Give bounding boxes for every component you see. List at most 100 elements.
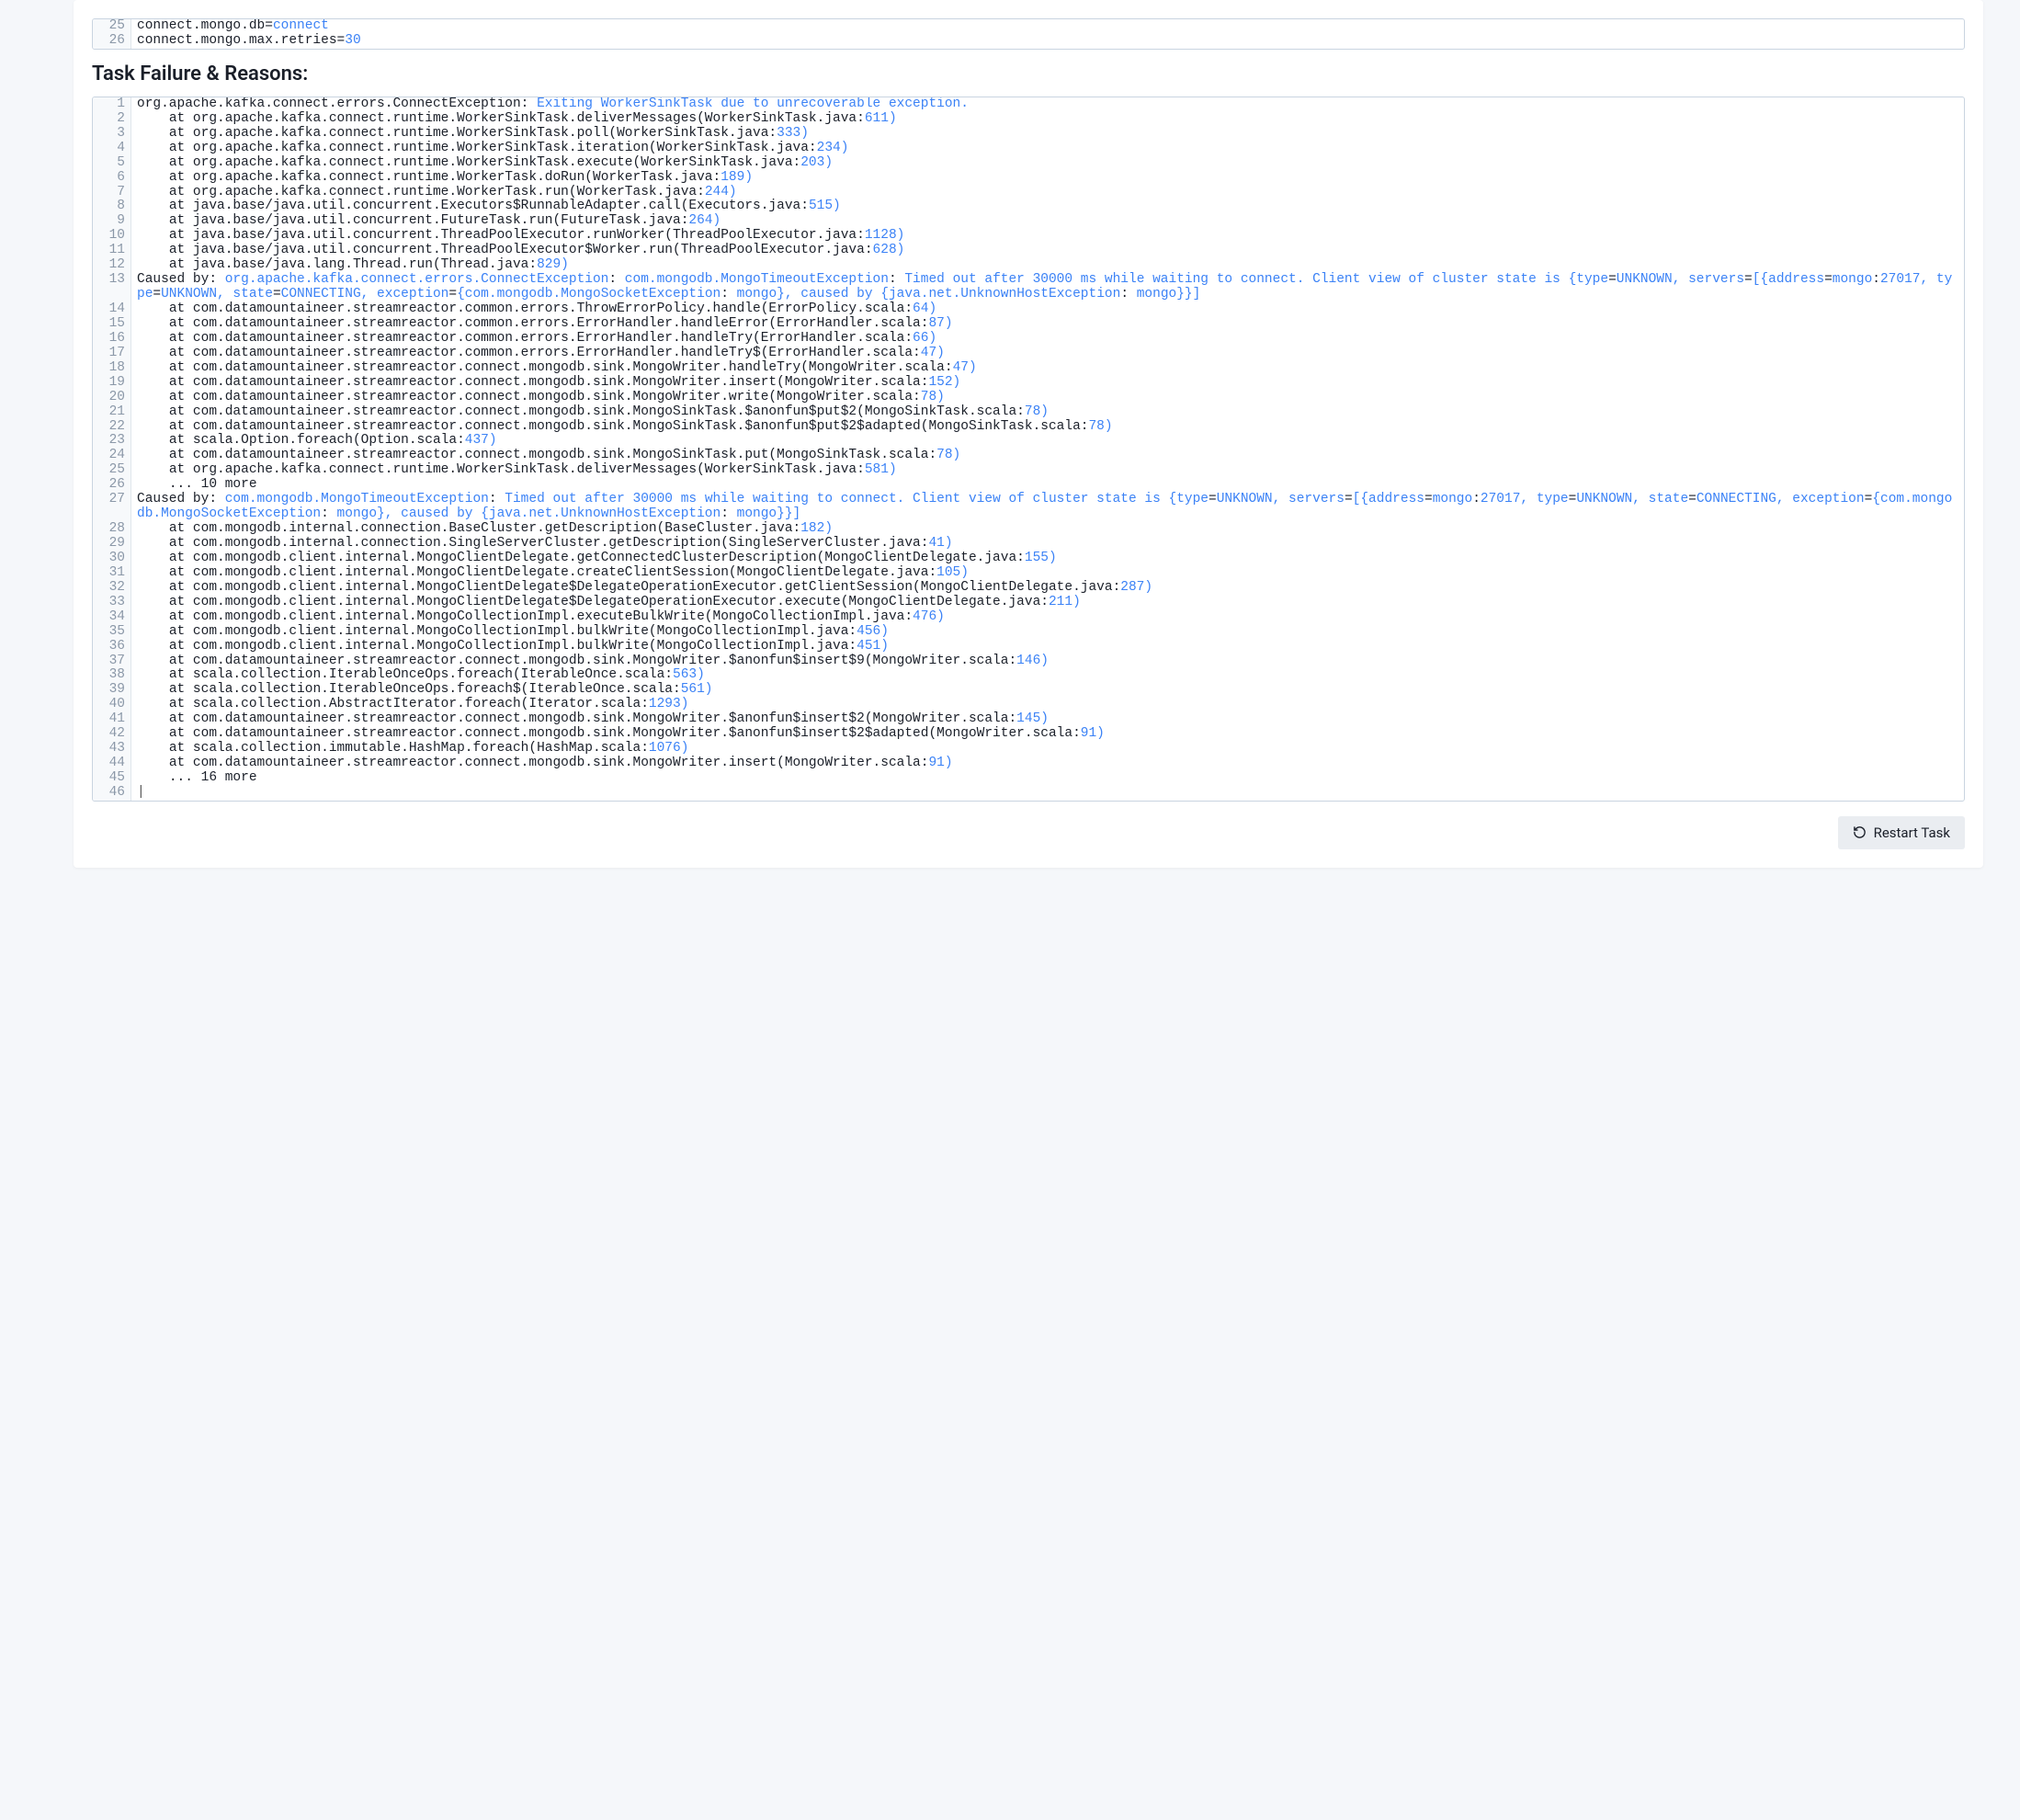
line-number: 46 xyxy=(93,786,131,801)
code-content: org.apache.kafka.connect.errors.ConnectE… xyxy=(131,97,1964,112)
code-line: 21 at com.datamountaineer.streamreactor.… xyxy=(93,405,1964,420)
code-content: at scala.collection.AbstractIterator.for… xyxy=(131,698,1964,712)
code-content: at org.apache.kafka.connect.runtime.Work… xyxy=(131,186,1964,200)
code-line: 41 at com.datamountaineer.streamreactor.… xyxy=(93,712,1964,727)
code-line: 38 at scala.collection.IterableOnceOps.f… xyxy=(93,668,1964,683)
code-line: 24 at com.datamountaineer.streamreactor.… xyxy=(93,449,1964,463)
code-line: 45 ... 16 more xyxy=(93,771,1964,786)
code-content: at java.base/java.util.concurrent.Thread… xyxy=(131,244,1964,258)
line-number: 28 xyxy=(93,522,131,537)
code-line: 35 at com.mongodb.client.internal.MongoC… xyxy=(93,625,1964,640)
code-line: 29 at com.mongodb.internal.connection.Si… xyxy=(93,537,1964,552)
code-content: at com.datamountaineer.streamreactor.con… xyxy=(131,712,1964,727)
line-number: 11 xyxy=(93,244,131,258)
code-line: 22 at com.datamountaineer.streamreactor.… xyxy=(93,420,1964,435)
line-number: 38 xyxy=(93,668,131,683)
code-line: 6 at org.apache.kafka.connect.runtime.Wo… xyxy=(93,171,1964,186)
code-content: at com.datamountaineer.streamreactor.com… xyxy=(131,332,1964,347)
code-content: at org.apache.kafka.connect.runtime.Work… xyxy=(131,127,1964,142)
code-content: at com.mongodb.client.internal.MongoClie… xyxy=(131,552,1964,566)
line-number: 43 xyxy=(93,742,131,756)
code-line: 26 ... 10 more xyxy=(93,478,1964,493)
code-line: 5 at org.apache.kafka.connect.runtime.Wo… xyxy=(93,156,1964,171)
code-line: 15 at com.datamountaineer.streamreactor.… xyxy=(93,317,1964,332)
code-content: at org.apache.kafka.connect.runtime.Work… xyxy=(131,142,1964,156)
code-content: at com.mongodb.client.internal.MongoClie… xyxy=(131,596,1964,610)
code-content: at com.datamountaineer.streamreactor.con… xyxy=(131,405,1964,420)
code-line: 7 at org.apache.kafka.connect.runtime.Wo… xyxy=(93,186,1964,200)
code-line: 19 at com.datamountaineer.streamreactor.… xyxy=(93,376,1964,391)
code-content: at org.apache.kafka.connect.runtime.Work… xyxy=(131,171,1964,186)
line-number: 15 xyxy=(93,317,131,332)
code-line: 34 at com.mongodb.client.internal.MongoC… xyxy=(93,610,1964,625)
line-number: 23 xyxy=(93,434,131,449)
line-number: 45 xyxy=(93,771,131,786)
code-line: 46| xyxy=(93,786,1964,801)
line-number: 40 xyxy=(93,698,131,712)
code-content: at com.datamountaineer.streamreactor.con… xyxy=(131,361,1964,376)
code-line: 20 at com.datamountaineer.streamreactor.… xyxy=(93,391,1964,405)
line-number: 29 xyxy=(93,537,131,552)
line-number: 34 xyxy=(93,610,131,625)
line-number: 20 xyxy=(93,391,131,405)
code-content: Caused by: com.mongodb.MongoTimeoutExcep… xyxy=(131,493,1964,522)
code-content: at com.mongodb.client.internal.MongoColl… xyxy=(131,625,1964,640)
line-number: 31 xyxy=(93,566,131,581)
line-number: 1 xyxy=(93,97,131,112)
code-content: at com.mongodb.internal.connection.Singl… xyxy=(131,537,1964,552)
code-line: 11 at java.base/java.util.concurrent.Thr… xyxy=(93,244,1964,258)
code-content: at com.datamountaineer.streamreactor.com… xyxy=(131,347,1964,361)
code-content: at com.datamountaineer.streamreactor.con… xyxy=(131,420,1964,435)
line-number: 27 xyxy=(93,493,131,522)
code-line: 1org.apache.kafka.connect.errors.Connect… xyxy=(93,97,1964,112)
line-number: 33 xyxy=(93,596,131,610)
code-line: 17 at com.datamountaineer.streamreactor.… xyxy=(93,347,1964,361)
line-number: 25 xyxy=(93,19,131,34)
code-line: 37 at com.datamountaineer.streamreactor.… xyxy=(93,654,1964,669)
code-content: ... 16 more xyxy=(131,771,1964,786)
line-number: 7 xyxy=(93,186,131,200)
code-line: 18 at com.datamountaineer.streamreactor.… xyxy=(93,361,1964,376)
code-content: at java.base/java.util.concurrent.Execut… xyxy=(131,199,1964,214)
code-line: 42 at com.datamountaineer.streamreactor.… xyxy=(93,727,1964,742)
code-content: at org.apache.kafka.connect.runtime.Work… xyxy=(131,156,1964,171)
line-number: 44 xyxy=(93,756,131,771)
code-content: connect.mongo.max.retries=30 xyxy=(131,34,1964,49)
line-number: 10 xyxy=(93,229,131,244)
code-content: at scala.collection.IterableOnceOps.fore… xyxy=(131,668,1964,683)
line-number: 9 xyxy=(93,214,131,229)
code-content: at com.datamountaineer.streamreactor.con… xyxy=(131,449,1964,463)
refresh-icon xyxy=(1853,825,1867,839)
code-content: ... 10 more xyxy=(131,478,1964,493)
line-number: 14 xyxy=(93,302,131,317)
code-line: 16 at com.datamountaineer.streamreactor.… xyxy=(93,332,1964,347)
line-number: 37 xyxy=(93,654,131,669)
line-number: 3 xyxy=(93,127,131,142)
code-content: at org.apache.kafka.connect.runtime.Work… xyxy=(131,463,1964,478)
line-number: 32 xyxy=(93,581,131,596)
line-number: 5 xyxy=(93,156,131,171)
code-line: 32 at com.mongodb.client.internal.MongoC… xyxy=(93,581,1964,596)
line-number: 26 xyxy=(93,34,131,49)
code-content: at java.base/java.lang.Thread.run(Thread… xyxy=(131,258,1964,273)
line-number: 17 xyxy=(93,347,131,361)
code-content: at com.datamountaineer.streamreactor.con… xyxy=(131,391,1964,405)
line-number: 16 xyxy=(93,332,131,347)
line-number: 21 xyxy=(93,405,131,420)
code-line: 13Caused by: org.apache.kafka.connect.er… xyxy=(93,273,1964,302)
line-number: 39 xyxy=(93,683,131,698)
code-content: at com.datamountaineer.streamreactor.com… xyxy=(131,302,1964,317)
line-number: 42 xyxy=(93,727,131,742)
line-number: 12 xyxy=(93,258,131,273)
code-line: 3 at org.apache.kafka.connect.runtime.Wo… xyxy=(93,127,1964,142)
line-number: 25 xyxy=(93,463,131,478)
line-number: 26 xyxy=(93,478,131,493)
restart-task-button[interactable]: Restart Task xyxy=(1838,816,1965,849)
code-content: at com.mongodb.internal.connection.BaseC… xyxy=(131,522,1964,537)
code-line: 44 at com.datamountaineer.streamreactor.… xyxy=(93,756,1964,771)
code-content: at java.base/java.util.concurrent.Future… xyxy=(131,214,1964,229)
line-number: 36 xyxy=(93,640,131,654)
code-line: 14 at com.datamountaineer.streamreactor.… xyxy=(93,302,1964,317)
code-line: 26connect.mongo.max.retries=30 xyxy=(93,34,1964,49)
line-number: 6 xyxy=(93,171,131,186)
